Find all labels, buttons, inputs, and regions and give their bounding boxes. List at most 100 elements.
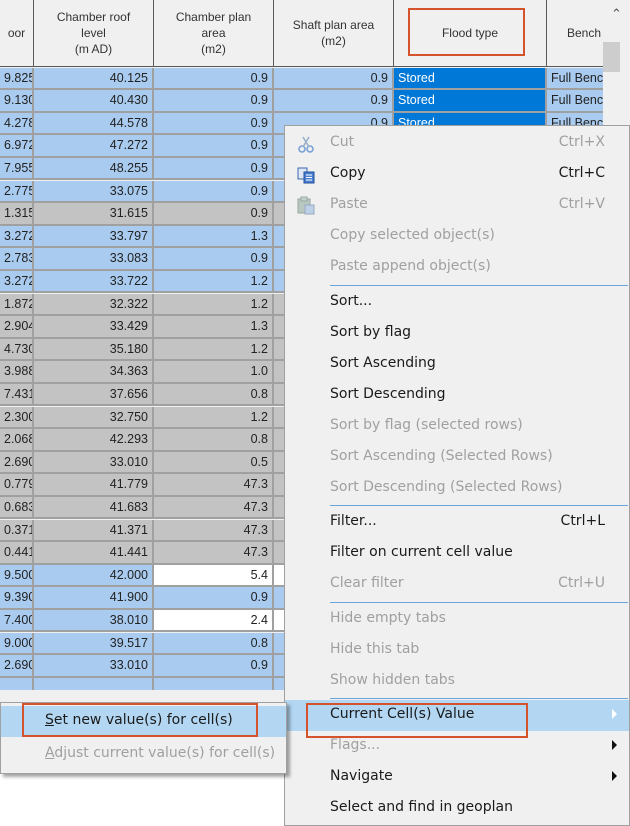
cell-chamber-plan-area[interactable]: 0.9: [154, 67, 274, 91]
cell-floor-level[interactable]: 3.272: [0, 225, 34, 249]
cell-chamber-roof-level[interactable]: 32.322: [34, 293, 154, 317]
cell-floor-level[interactable]: 3.272: [0, 270, 34, 294]
cell-chamber-plan-area[interactable]: 0.9: [154, 655, 274, 678]
cell-chamber-plan-area[interactable]: 47.3: [154, 542, 274, 565]
cell-chamber-plan-area[interactable]: 47.3: [154, 496, 274, 520]
cell-chamber-plan-area[interactable]: 0.8: [154, 429, 274, 452]
cell-chamber-plan-area[interactable]: 1.0: [154, 361, 274, 384]
menu-item-copy-selected-object-s[interactable]: Copy selected object(s): [285, 221, 629, 252]
cell-chamber-plan-area[interactable]: 0.9: [154, 135, 274, 158]
cell-chamber-plan-area[interactable]: 0.9: [154, 90, 274, 113]
cell-chamber-plan-area[interactable]: 5.4: [154, 564, 274, 588]
menu-item-filter[interactable]: Filter... Ctrl+L: [285, 507, 629, 538]
menu-item-sort-descending[interactable]: Sort Descending: [285, 380, 629, 411]
column-header-floor[interactable]: oor: [0, 0, 34, 67]
cell-bench[interactable]: Full Benc: [547, 67, 603, 91]
cell-chamber-roof-level[interactable]: 33.722: [34, 270, 154, 294]
menu-item-copy[interactable]: Copy Ctrl+C: [285, 159, 629, 190]
cell-floor-level[interactable]: 2.690: [0, 451, 34, 475]
cell-chamber-plan-area[interactable]: 47.3: [154, 519, 274, 543]
cell-floor-level[interactable]: 2.775: [0, 180, 34, 204]
table-row[interactable]: 9.825 40.125 0.9 0.9 Stored Full Benc: [0, 67, 603, 91]
cell-chamber-plan-area[interactable]: 0.9: [154, 157, 274, 181]
cell-chamber-roof-level[interactable]: 33.010: [34, 655, 154, 678]
cell-chamber-roof-level[interactable]: 39.517: [34, 632, 154, 656]
menu-item-sort-descending-selected-rows[interactable]: Sort Descending (Selected Rows): [285, 473, 629, 504]
cell-flood-type[interactable]: Stored: [394, 67, 547, 91]
menu-item-cut[interactable]: Cut Ctrl+X: [285, 128, 629, 159]
cell-floor-level[interactable]: 2.904: [0, 316, 34, 339]
cell-chamber-roof-level[interactable]: 42.000: [34, 564, 154, 588]
column-header-shaft-plan-area[interactable]: Shaft plan area (m2): [274, 0, 394, 67]
cell-chamber-roof-level[interactable]: 41.441: [34, 542, 154, 565]
cell-chamber-roof-level[interactable]: 40.125: [34, 67, 154, 91]
cell-chamber-roof-level[interactable]: 41.683: [34, 496, 154, 520]
cell-chamber-roof-level[interactable]: 41.779: [34, 474, 154, 497]
column-header-chamber-roof-level[interactable]: Chamber roof level (m AD): [34, 0, 154, 67]
menu-item-sort-by-flag-selected-rows[interactable]: Sort by flag (selected rows): [285, 411, 629, 442]
cell-floor-level[interactable]: 9.130: [0, 90, 34, 113]
cell-chamber-plan-area[interactable]: 1.2: [154, 293, 274, 317]
menu-item-sort-ascending[interactable]: Sort Ascending: [285, 349, 629, 380]
cell-floor-level[interactable]: 0.371: [0, 519, 34, 543]
column-header-flood-type[interactable]: Flood type: [394, 0, 547, 67]
cell-chamber-plan-area[interactable]: 0.8: [154, 383, 274, 407]
cell-floor-level[interactable]: 9.000: [0, 632, 34, 656]
cell-chamber-plan-area[interactable]: 0.9: [154, 112, 274, 136]
cell-chamber-roof-level[interactable]: 44.578: [34, 112, 154, 136]
cell-floor-level[interactable]: 7.431: [0, 383, 34, 407]
cell-chamber-roof-level[interactable]: 33.075: [34, 180, 154, 204]
cell-floor-level[interactable]: 1.315: [0, 203, 34, 226]
cell-shaft-plan-area[interactable]: 0.9: [274, 90, 394, 113]
cell-chamber-plan-area[interactable]: 0.9: [154, 587, 274, 610]
cell-chamber-plan-area[interactable]: 0.8: [154, 632, 274, 656]
column-header-bench[interactable]: Bench: [547, 0, 603, 67]
menu-item-hide-empty-tabs[interactable]: Hide empty tabs: [285, 604, 629, 635]
cell-chamber-roof-level[interactable]: 33.010: [34, 451, 154, 475]
cell-floor-level[interactable]: 9.390: [0, 587, 34, 610]
cell-floor-level[interactable]: 2.068: [0, 429, 34, 452]
scroll-up-arrow-icon[interactable]: ⌃: [603, 0, 630, 30]
cell-chamber-roof-level[interactable]: 37.656: [34, 383, 154, 407]
cell-chamber-roof-level[interactable]: 40.430: [34, 90, 154, 113]
cell-chamber-plan-area[interactable]: 1.3: [154, 316, 274, 339]
cell-chamber-plan-area[interactable]: 1.2: [154, 338, 274, 362]
cell-floor-level[interactable]: 7.400: [0, 609, 34, 633]
submenu-item-adjust-current-values[interactable]: Adjust current value(s) for cell(s): [1, 739, 286, 770]
menu-item-clear-filter[interactable]: Clear filter Ctrl+U: [285, 569, 629, 600]
cell-chamber-roof-level[interactable]: 35.180: [34, 338, 154, 362]
cell-floor-level[interactable]: 4.730: [0, 338, 34, 362]
cell-chamber-roof-level[interactable]: 34.363: [34, 361, 154, 384]
menu-item-sort-by-flag[interactable]: Sort by flag: [285, 318, 629, 349]
cell-shaft-plan-area[interactable]: 0.9: [274, 67, 394, 91]
column-header-chamber-plan-area[interactable]: Chamber plan area (m2): [154, 0, 274, 67]
menu-item-sort[interactable]: Sort...: [285, 287, 629, 318]
cell-chamber-plan-area[interactable]: 0.9: [154, 203, 274, 226]
cell-floor-level[interactable]: 9.825: [0, 67, 34, 91]
menu-item-flags[interactable]: Flags...: [285, 731, 629, 762]
cell-floor-level[interactable]: 2.783: [0, 248, 34, 271]
cell-chamber-plan-area[interactable]: 1.3: [154, 225, 274, 249]
menu-item-show-hidden-tabs[interactable]: Show hidden tabs: [285, 666, 629, 697]
menu-item-filter-on-current-cell-value[interactable]: Filter on current cell value: [285, 538, 629, 569]
cell-floor-level[interactable]: 0.441: [0, 542, 34, 565]
menu-item-navigate[interactable]: Navigate: [285, 762, 629, 793]
cell-chamber-roof-level[interactable]: 42.293: [34, 429, 154, 452]
cell-floor-level[interactable]: 3.988: [0, 361, 34, 384]
cell-floor-level[interactable]: 4.278: [0, 112, 34, 136]
cell-floor-level[interactable]: 1.872: [0, 293, 34, 317]
cell-chamber-roof-level[interactable]: 31.615: [34, 203, 154, 226]
cell-chamber-roof-level[interactable]: 41.371: [34, 519, 154, 543]
cell-chamber-roof-level[interactable]: 38.010: [34, 609, 154, 633]
cell-chamber-roof-level[interactable]: 33.083: [34, 248, 154, 271]
cell-floor-level[interactable]: 2.300: [0, 406, 34, 430]
cell-floor-level[interactable]: 2.690: [0, 655, 34, 678]
cell-chamber-roof-level[interactable]: 41.900: [34, 587, 154, 610]
cell-floor-level[interactable]: 6.972: [0, 135, 34, 158]
cell-floor-level[interactable]: 9.500: [0, 564, 34, 588]
cell-chamber-roof-level[interactable]: 32.750: [34, 406, 154, 430]
cell-chamber-roof-level[interactable]: 33.429: [34, 316, 154, 339]
cell-chamber-plan-area[interactable]: 0.5: [154, 451, 274, 475]
cell-chamber-plan-area[interactable]: 0.9: [154, 248, 274, 271]
cell-bench[interactable]: Full Benc: [547, 90, 603, 113]
